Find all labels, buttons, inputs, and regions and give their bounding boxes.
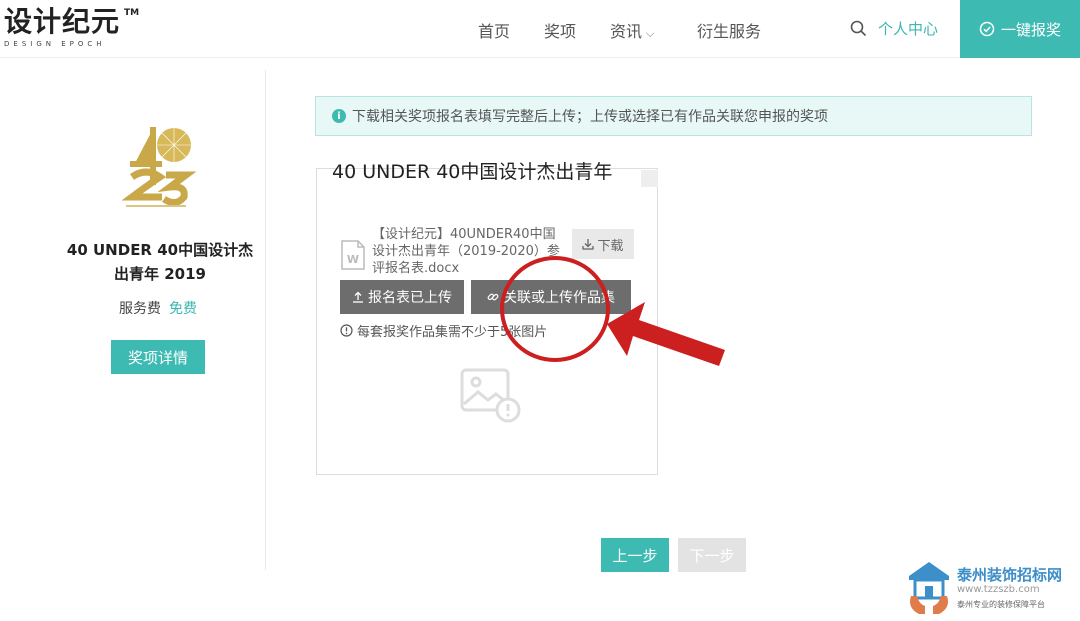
section-title: 40 UNDER 40中国设计杰出青年 bbox=[332, 161, 613, 183]
award-logo-image bbox=[120, 115, 220, 215]
download-button[interactable]: 下载 bbox=[572, 229, 634, 259]
site-logo[interactable]: 设计纪元 TM DESIGN EPOCH bbox=[4, 5, 139, 49]
nav-news[interactable]: 资讯 ⌵ bbox=[610, 18, 654, 42]
nav-news-label: 资讯 bbox=[610, 22, 643, 41]
check-circle-icon bbox=[979, 21, 995, 37]
notice-bar: i 下载相关奖项报名表填写完整后上传；上传或选择已有作品关联您申报的奖项 bbox=[315, 96, 1032, 136]
form-uploaded-label: 报名表已上传 bbox=[368, 290, 452, 306]
image-placeholder-icon bbox=[460, 368, 521, 423]
watermark-title: 泰州装饰招标网 bbox=[957, 566, 1063, 584]
fee-label: 服务费 bbox=[119, 301, 161, 317]
one-click-enroll-button[interactable]: 一键报奖 bbox=[960, 0, 1080, 58]
search-icon[interactable] bbox=[850, 20, 867, 37]
watermark-url: www.tzzszb.com bbox=[957, 584, 1040, 595]
alert-circle-icon bbox=[340, 324, 353, 337]
logo-trademark: TM bbox=[124, 8, 140, 18]
red-arrow-icon bbox=[607, 302, 725, 366]
logo-subtitle: DESIGN EPOCH bbox=[4, 40, 106, 48]
logo-text: 设计纪元 bbox=[4, 5, 121, 38]
svg-text:W: W bbox=[347, 253, 359, 266]
word-file-icon: W bbox=[341, 240, 365, 270]
nav-awards[interactable]: 奖项 bbox=[544, 18, 576, 42]
info-icon: i bbox=[332, 109, 346, 123]
top-header: 设计纪元 TM DESIGN EPOCH 首页 奖项 资讯 ⌵ 衍生服务 个人中心… bbox=[0, 0, 1080, 58]
previous-step-button[interactable]: 上一步 bbox=[601, 538, 669, 572]
highlight-circle bbox=[500, 256, 610, 362]
upload-icon bbox=[353, 291, 363, 303]
form-uploaded-button[interactable]: 报名表已上传 bbox=[340, 280, 464, 314]
house-logo-icon bbox=[909, 562, 949, 614]
watermark-slogan: 泰州专业的装修保障平台 bbox=[957, 600, 1045, 609]
award-title: 40 UNDER 40中国设计杰出青年 2019 bbox=[66, 241, 254, 283]
award-sidebar: 40 UNDER 40中国设计杰出青年 2019 服务费 免费 奖项详情 bbox=[0, 70, 266, 570]
nav-home[interactable]: 首页 bbox=[478, 18, 510, 42]
next-step-button[interactable]: 下一步 bbox=[678, 538, 746, 572]
chevron-down-icon: ⌵ bbox=[646, 27, 655, 40]
close-icon[interactable] bbox=[641, 170, 658, 187]
watermark: 泰州装饰招标网 www.tzzszb.com 泰州专业的装修保障平台 bbox=[903, 560, 1080, 618]
fee-value: 免费 bbox=[169, 301, 197, 317]
download-label: 下载 bbox=[597, 238, 624, 254]
link-icon bbox=[487, 293, 499, 301]
personal-center-link[interactable]: 个人中心 bbox=[878, 18, 938, 39]
notice-text: 下载相关奖项报名表填写完整后上传；上传或选择已有作品关联您申报的奖项 bbox=[352, 109, 828, 125]
download-icon bbox=[582, 239, 595, 250]
enroll-label: 一键报奖 bbox=[1000, 20, 1061, 39]
service-fee: 服务费 免费 bbox=[0, 298, 316, 318]
award-detail-button[interactable]: 奖项详情 bbox=[111, 340, 205, 374]
nav-services[interactable]: 衍生服务 bbox=[697, 18, 761, 42]
